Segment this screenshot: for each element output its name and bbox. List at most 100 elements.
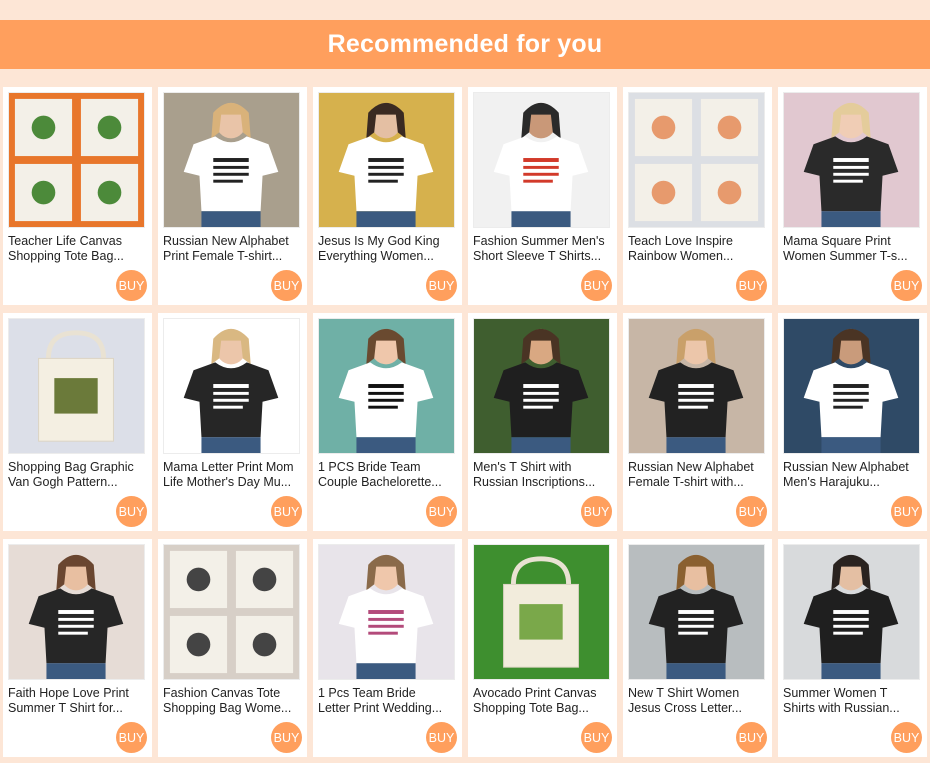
product-card[interactable]: Russian New Alphabet Female T-shirt with.…	[623, 313, 772, 531]
buy-button[interactable]: BUY	[736, 496, 767, 527]
product-image[interactable]	[163, 544, 300, 680]
product-image[interactable]	[8, 92, 145, 228]
product-title[interactable]: 1 Pcs Team Bride Letter Print Wedding...	[318, 686, 456, 716]
product-title-line-1: Mama Letter Print Mom	[163, 460, 294, 474]
product-title-line-1: Russian New Alphabet	[163, 234, 289, 248]
product-card[interactable]: 1 Pcs Team Bride Letter Print Wedding... B…	[313, 539, 462, 757]
product-title-line-2: Shopping Bag Wome...	[163, 701, 292, 715]
buy-button[interactable]: BUY	[271, 496, 302, 527]
product-title[interactable]: Teach Love Inspire Rainbow Women...	[628, 234, 766, 264]
buy-button[interactable]: BUY	[581, 722, 612, 753]
product-title-line-1: Russian New Alphabet	[783, 460, 909, 474]
product-card[interactable]: Russian New Alphabet Men's Harajuku... BUY	[778, 313, 927, 531]
buy-button[interactable]: BUY	[426, 496, 457, 527]
product-title-line-1: 1 Pcs Team Bride	[318, 686, 416, 700]
product-image[interactable]	[8, 544, 145, 680]
product-card[interactable]: 1 PCS Bride Team Couple Bachelorette... BU…	[313, 313, 462, 531]
top-strip	[0, 0, 930, 20]
product-title[interactable]: Mama Letter Print Mom Life Mother's Day M…	[163, 460, 301, 490]
product-title-line-1: 1 PCS Bride Team	[318, 460, 421, 474]
product-title-line-2: Female T-shirt with...	[628, 475, 744, 489]
product-title[interactable]: Shopping Bag Graphic Van Gogh Pattern...	[8, 460, 146, 490]
product-card[interactable]: Russian New Alphabet Print Female T-shirt…	[158, 87, 307, 305]
product-image[interactable]	[318, 318, 455, 454]
product-image[interactable]	[473, 92, 610, 228]
product-card[interactable]: Fashion Summer Men's Short Sleeve T Shirt…	[468, 87, 617, 305]
product-title-line-1: Shopping Bag Graphic	[8, 460, 134, 474]
product-image[interactable]	[318, 544, 455, 680]
buy-button[interactable]: BUY	[736, 722, 767, 753]
product-card[interactable]: Mama Letter Print Mom Life Mother's Day M…	[158, 313, 307, 531]
product-title[interactable]: Summer Women T Shirts with Russian...	[783, 686, 921, 716]
product-title-line-2: Letter Print Wedding...	[318, 701, 443, 715]
product-title-line-2: Men's Harajuku...	[783, 475, 880, 489]
product-title[interactable]: Faith Hope Love Print Summer T Shirt for.…	[8, 686, 146, 716]
buy-button[interactable]: BUY	[426, 722, 457, 753]
product-title-line-2: Summer T Shirt for...	[8, 701, 123, 715]
buy-button[interactable]: BUY	[891, 722, 922, 753]
product-title[interactable]: Russian New Alphabet Men's Harajuku...	[783, 460, 921, 490]
product-card[interactable]: Faith Hope Love Print Summer T Shirt for.…	[3, 539, 152, 757]
product-title-line-2: Van Gogh Pattern...	[8, 475, 118, 489]
product-card[interactable]: Mama Square Print Women Summer T-s... BUY	[778, 87, 927, 305]
product-title-line-1: New T Shirt Women	[628, 686, 740, 700]
product-title[interactable]: New T Shirt Women Jesus Cross Letter...	[628, 686, 766, 716]
buy-button[interactable]: BUY	[581, 496, 612, 527]
product-image[interactable]	[783, 318, 920, 454]
product-title[interactable]: Mama Square Print Women Summer T-s...	[783, 234, 921, 264]
buy-button[interactable]: BUY	[581, 270, 612, 301]
product-title[interactable]: Avocado Print Canvas Shopping Tote Bag...	[473, 686, 611, 716]
product-image[interactable]	[628, 544, 765, 680]
product-card[interactable]: Men's T Shirt with Russian Inscriptions..…	[468, 313, 617, 531]
product-card[interactable]: Fashion Canvas Tote Shopping Bag Wome... B…	[158, 539, 307, 757]
product-image[interactable]	[473, 318, 610, 454]
product-card[interactable]: New T Shirt Women Jesus Cross Letter... BU…	[623, 539, 772, 757]
buy-button[interactable]: BUY	[271, 722, 302, 753]
product-title-line-1: Men's T Shirt with	[473, 460, 572, 474]
product-title-line-1: Teacher Life Canvas	[8, 234, 122, 248]
product-title-line-2: Short Sleeve T Shirts...	[473, 249, 602, 263]
product-title[interactable]: 1 PCS Bride Team Couple Bachelorette...	[318, 460, 456, 490]
buy-button[interactable]: BUY	[116, 722, 147, 753]
product-title-line-2: Life Mother's Day Mu...	[163, 475, 292, 489]
product-card[interactable]: Avocado Print Canvas Shopping Tote Bag...…	[468, 539, 617, 757]
product-title-line-1: Fashion Canvas Tote	[163, 686, 281, 700]
buy-button[interactable]: BUY	[116, 270, 147, 301]
product-image[interactable]	[163, 92, 300, 228]
product-title[interactable]: Fashion Canvas Tote Shopping Bag Wome...	[163, 686, 301, 716]
product-title[interactable]: Fashion Summer Men's Short Sleeve T Shirt…	[473, 234, 611, 264]
product-title[interactable]: Men's T Shirt with Russian Inscriptions..…	[473, 460, 611, 490]
product-image[interactable]	[628, 318, 765, 454]
product-image[interactable]	[783, 544, 920, 680]
product-title-line-2: Shopping Tote Bag...	[8, 249, 124, 263]
product-image[interactable]	[783, 92, 920, 228]
product-title-line-2: Everything Women...	[318, 249, 434, 263]
buy-button[interactable]: BUY	[271, 270, 302, 301]
product-card[interactable]: Shopping Bag Graphic Van Gogh Pattern... B…	[3, 313, 152, 531]
product-title-line-1: Faith Hope Love Print	[8, 686, 129, 700]
product-image[interactable]	[628, 92, 765, 228]
product-image[interactable]	[163, 318, 300, 454]
product-card[interactable]: Jesus Is My God King Everything Women... B…	[313, 87, 462, 305]
product-title[interactable]: Russian New Alphabet Female T-shirt with.…	[628, 460, 766, 490]
product-title[interactable]: Russian New Alphabet Print Female T-shirt…	[163, 234, 301, 264]
product-image[interactable]	[8, 318, 145, 454]
buy-button[interactable]: BUY	[891, 496, 922, 527]
product-card[interactable]: Teach Love Inspire Rainbow Women... BUY	[623, 87, 772, 305]
buy-button[interactable]: BUY	[736, 270, 767, 301]
product-image[interactable]	[318, 92, 455, 228]
product-title-line-1: Mama Square Print	[783, 234, 891, 248]
product-card[interactable]: Summer Women T Shirts with Russian... BUY	[778, 539, 927, 757]
buy-button[interactable]: BUY	[116, 496, 147, 527]
product-title-line-2: Shirts with Russian...	[783, 701, 900, 715]
product-card[interactable]: Teacher Life Canvas Shopping Tote Bag... B…	[3, 87, 152, 305]
product-title-line-2: Jesus Cross Letter...	[628, 701, 742, 715]
product-title-line-1: Teach Love Inspire	[628, 234, 733, 248]
product-title[interactable]: Teacher Life Canvas Shopping Tote Bag...	[8, 234, 146, 264]
buy-button[interactable]: BUY	[891, 270, 922, 301]
section-header: Recommended for you	[0, 20, 930, 69]
product-image[interactable]	[473, 544, 610, 680]
product-title-line-1: Avocado Print Canvas	[473, 686, 597, 700]
buy-button[interactable]: BUY	[426, 270, 457, 301]
product-title[interactable]: Jesus Is My God King Everything Women...	[318, 234, 456, 264]
